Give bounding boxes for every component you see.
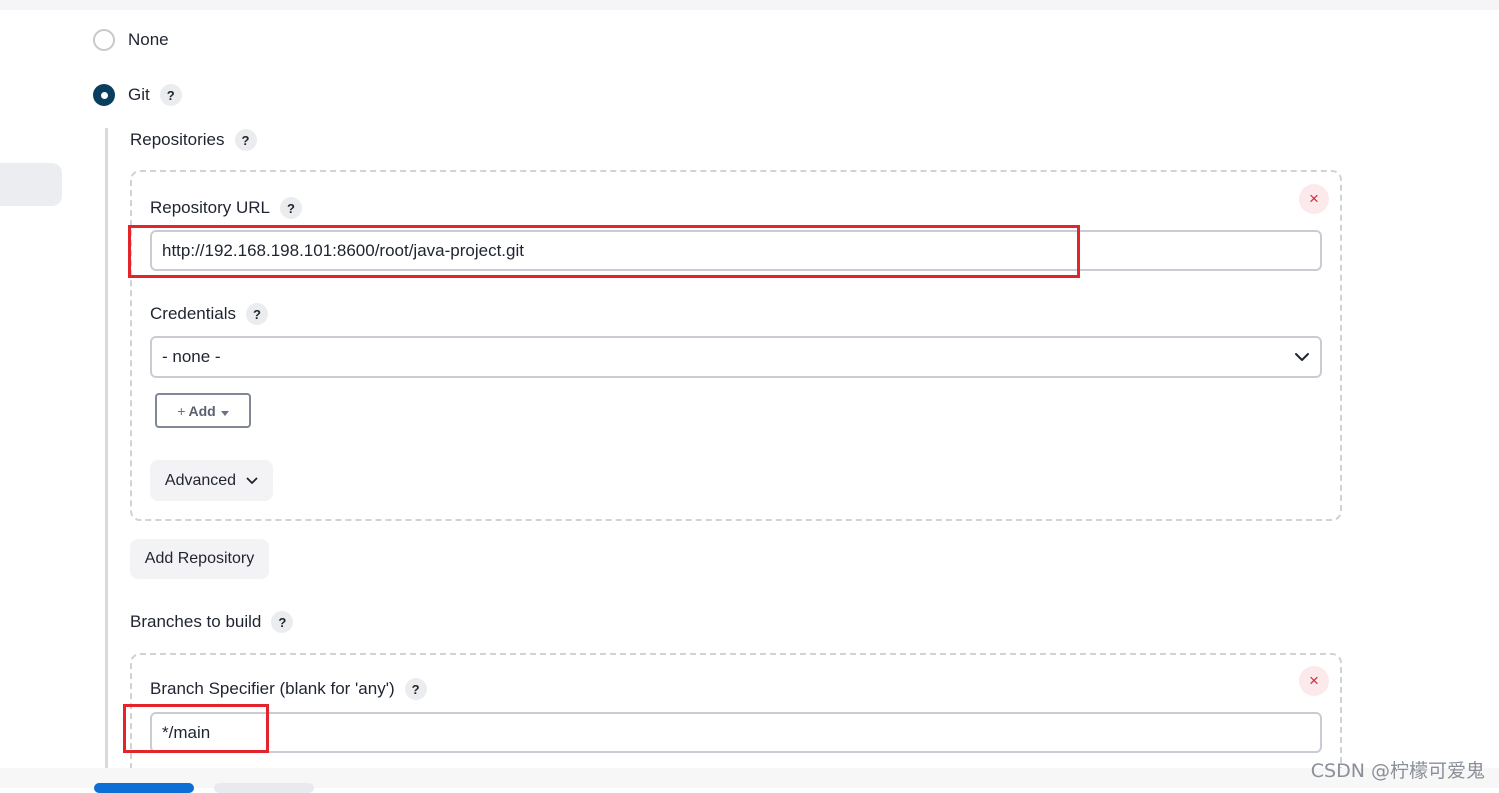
credentials-heading: Credentials ? (150, 303, 268, 325)
credentials-label: Credentials (150, 304, 236, 323)
add-label: Add (188, 402, 216, 419)
credentials-help-icon[interactable]: ? (246, 303, 268, 325)
scm-option-git[interactable]: Git ? (93, 84, 182, 106)
none-radio[interactable] (93, 29, 115, 51)
remove-repository-icon[interactable]: × (1299, 184, 1329, 214)
radio-selected-dot (100, 91, 108, 99)
remove-branch-icon[interactable]: × (1299, 666, 1329, 696)
add-credentials-button[interactable]: + Add (155, 393, 251, 428)
git-radio[interactable] (93, 84, 115, 106)
branch-specifier-help-icon[interactable]: ? (404, 678, 427, 700)
chevron-down-icon (246, 477, 258, 485)
repositories-help-icon[interactable]: ? (234, 129, 257, 151)
repositories-label: Repositories (130, 130, 225, 149)
credentials-selected-value: - none - (162, 347, 221, 366)
repositories-heading: Repositories ? (130, 129, 257, 151)
highlight-box-branch-specifier (123, 704, 269, 753)
sidebar-active-item[interactable] (0, 163, 62, 206)
add-repository-button[interactable]: Add Repository (130, 539, 269, 579)
watermark: CSDN @柠檬可爱鬼 (1310, 760, 1485, 782)
repository-url-help-icon[interactable]: ? (280, 197, 302, 219)
advanced-label: Advanced (164, 471, 237, 489)
repository-url-heading: Repository URL ? (150, 197, 302, 219)
chevron-down-icon (1294, 347, 1310, 367)
caret-down-icon (220, 403, 229, 419)
apply-button[interactable] (214, 783, 314, 793)
credentials-select[interactable]: - none - (150, 336, 1322, 378)
branch-specifier-label: Branch Specifier (blank for 'any') (150, 679, 395, 698)
branch-specifier-heading: Branch Specifier (blank for 'any') ? (150, 678, 427, 700)
branches-heading: Branches to build ? (130, 611, 294, 633)
none-label: None (128, 30, 169, 49)
save-button[interactable] (94, 783, 194, 793)
branches-label: Branches to build (130, 612, 262, 631)
top-bar (0, 0, 1499, 10)
advanced-button[interactable]: Advanced (150, 460, 273, 501)
git-help-icon[interactable]: ? (159, 84, 182, 106)
plus-icon: + (177, 402, 186, 419)
repository-url-label: Repository URL (150, 198, 270, 217)
branches-help-icon[interactable]: ? (271, 611, 294, 633)
highlight-box-repository-url (128, 225, 1080, 278)
branch-specifier-input[interactable]: */main (150, 712, 1322, 753)
scm-option-none[interactable]: None (93, 29, 169, 51)
section-indent-line (105, 128, 108, 768)
git-label: Git (128, 85, 150, 104)
